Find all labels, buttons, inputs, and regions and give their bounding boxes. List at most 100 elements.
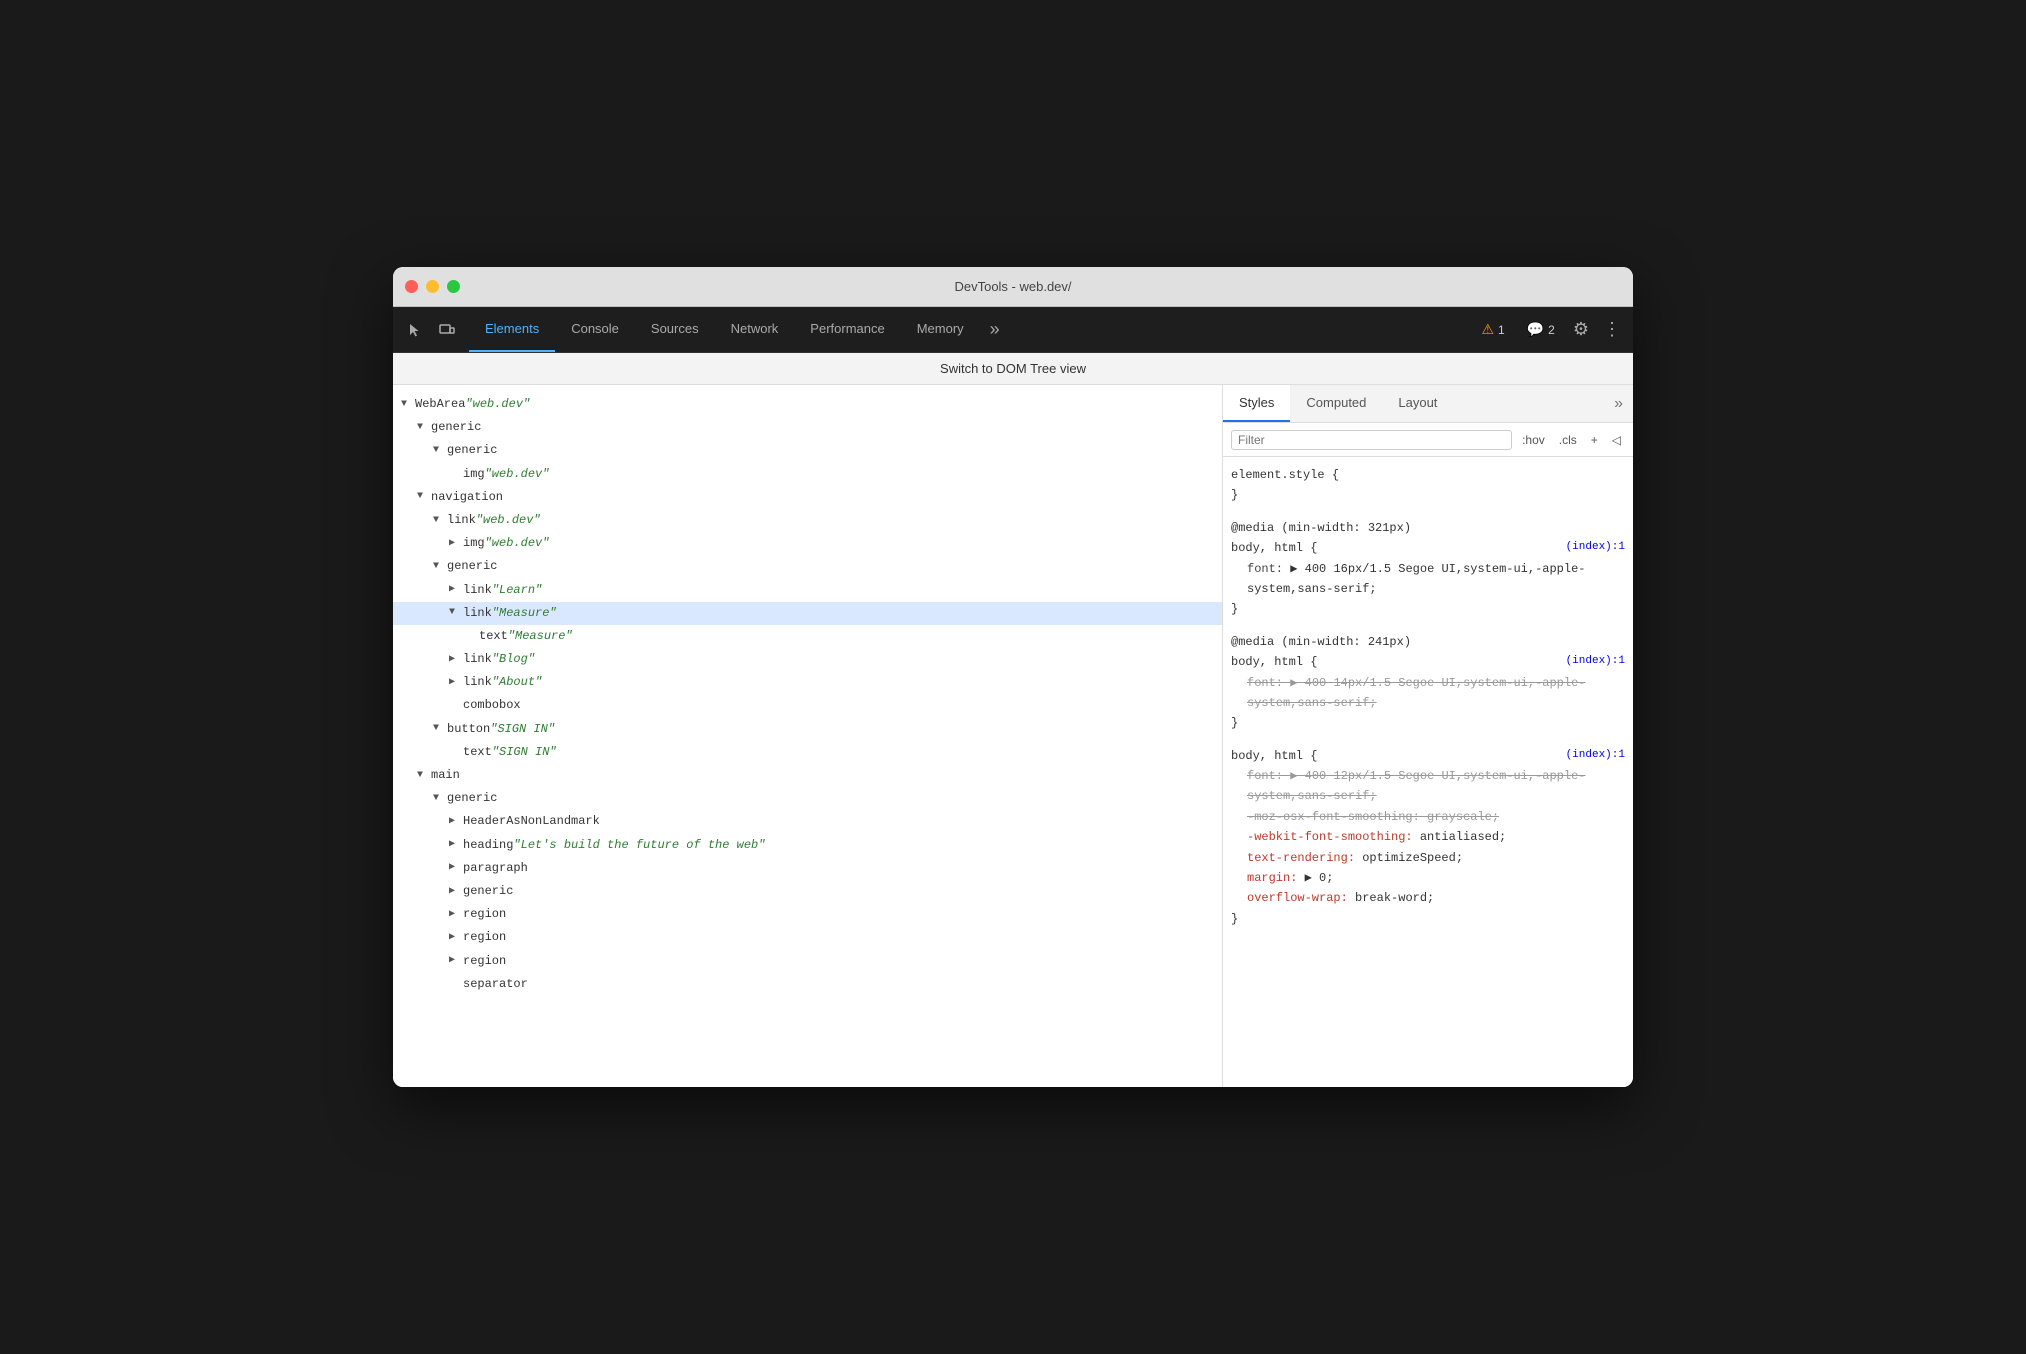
tree-arrow[interactable]: ▼ <box>433 559 447 575</box>
css-prop-value: grayscale; <box>1427 810 1499 824</box>
tree-row[interactable]: ▶region <box>393 926 1222 949</box>
tree-row[interactable]: ▶region <box>393 950 1222 973</box>
css-file-link[interactable]: (index):1 <box>1566 652 1625 672</box>
tree-arrow[interactable]: ▶ <box>449 837 463 853</box>
css-rule-block: element.style {} <box>1231 465 1625 506</box>
tree-arrow[interactable]: ▼ <box>433 721 447 737</box>
tree-arrow[interactable]: ▶ <box>449 860 463 876</box>
tab-performance[interactable]: Performance <box>794 307 900 352</box>
tree-row[interactable]: ▼generic <box>393 416 1222 439</box>
tree-arrow[interactable]: ▼ <box>449 605 463 621</box>
css-selector-line: element.style { <box>1231 465 1625 485</box>
tree-arrow[interactable]: ▶ <box>449 536 463 552</box>
tree-node-name: text <box>463 743 492 762</box>
warning-badge[interactable]: ⚠ 1 <box>1473 318 1512 341</box>
tree-row[interactable]: combobox <box>393 694 1222 717</box>
tree-arrow[interactable]: ▶ <box>449 582 463 598</box>
css-selector: body, html { <box>1231 746 1317 766</box>
tree-node-name: generic <box>463 882 513 901</box>
tree-row[interactable]: ▶paragraph <box>393 857 1222 880</box>
css-prop-value: ▶ 400 12px/1.5 Segoe UI,system-ui,-apple… <box>1247 769 1586 803</box>
tree-arrow[interactable]: ▶ <box>449 884 463 900</box>
tab-network[interactable]: Network <box>715 307 795 352</box>
tab-memory[interactable]: Memory <box>901 307 980 352</box>
tree-node-value: "About" <box>492 673 542 692</box>
tree-arrow[interactable]: ▶ <box>449 930 463 946</box>
tree-arrow[interactable]: ▼ <box>417 489 431 505</box>
tree-row[interactable]: ▶link "Blog" <box>393 648 1222 671</box>
tree-row[interactable]: ▼generic <box>393 555 1222 578</box>
styles-tab-more[interactable]: » <box>1604 395 1633 413</box>
more-options-icon[interactable]: ⋮ <box>1599 315 1625 344</box>
dom-panel[interactable]: ▼WebArea "web.dev"▼generic▼generic img "… <box>393 385 1223 1087</box>
tree-node-name: link <box>463 673 492 692</box>
maximize-button[interactable] <box>447 280 460 293</box>
tree-row[interactable]: separator <box>393 973 1222 996</box>
collapse-styles-button[interactable]: ◁ <box>1608 431 1625 449</box>
tree-row[interactable]: text "Measure" <box>393 625 1222 648</box>
switch-bar[interactable]: Switch to DOM Tree view <box>393 353 1633 385</box>
tree-node-value: "Let's build the future of the web" <box>513 836 765 855</box>
tree-row[interactable]: ▼generic <box>393 439 1222 462</box>
tree-row[interactable]: ▶link "Learn" <box>393 579 1222 602</box>
tree-arrow[interactable]: ▶ <box>449 953 463 969</box>
tab-sources[interactable]: Sources <box>635 307 715 352</box>
tree-row[interactable]: ▶region <box>393 903 1222 926</box>
tree-arrow[interactable]: ▼ <box>433 791 447 807</box>
css-file-link[interactable]: (index):1 <box>1566 538 1625 558</box>
tab-layout[interactable]: Layout <box>1382 385 1453 422</box>
tree-node-name: link <box>447 511 476 530</box>
tree-row[interactable]: ▼link "Measure" <box>393 602 1222 625</box>
tree-row[interactable]: img "web.dev" <box>393 463 1222 486</box>
tab-elements[interactable]: Elements <box>469 307 555 352</box>
tree-row[interactable]: text "SIGN IN" <box>393 741 1222 764</box>
tree-arrow[interactable]: ▼ <box>433 513 447 529</box>
tree-row[interactable]: ▶link "About" <box>393 671 1222 694</box>
minimize-button[interactable] <box>426 280 439 293</box>
close-button[interactable] <box>405 280 418 293</box>
tab-computed[interactable]: Computed <box>1290 385 1382 422</box>
css-prop-value: break-word; <box>1355 891 1434 905</box>
tree-node-name: combobox <box>463 696 521 715</box>
css-file-link[interactable]: (index):1 <box>1566 746 1625 766</box>
tree-row[interactable]: ▶HeaderAsNonLandmark <box>393 810 1222 833</box>
cursor-icon[interactable] <box>401 316 429 344</box>
tree-row[interactable]: ▶generic <box>393 880 1222 903</box>
tree-row[interactable]: ▼main <box>393 764 1222 787</box>
css-property-line: text-rendering: optimizeSpeed; <box>1247 848 1625 868</box>
tree-row[interactable]: ▼WebArea "web.dev" <box>393 393 1222 416</box>
tree-arrow[interactable]: ▼ <box>417 768 431 784</box>
traffic-lights <box>405 280 460 293</box>
css-prop-name: text-rendering: <box>1247 851 1362 865</box>
tree-row[interactable]: ▶heading "Let's build the future of the … <box>393 834 1222 857</box>
tree-row[interactable]: ▼link "web.dev" <box>393 509 1222 532</box>
filter-input[interactable] <box>1231 430 1512 450</box>
add-style-button[interactable]: + <box>1587 431 1602 449</box>
cls-button[interactable]: .cls <box>1555 431 1581 449</box>
tree-node-value: "Measure" <box>492 604 557 623</box>
tree-arrow[interactable]: ▶ <box>449 675 463 691</box>
tree-node-name: generic <box>447 441 497 460</box>
info-badge[interactable]: 💬 2 <box>1519 318 1563 341</box>
tab-styles[interactable]: Styles <box>1223 385 1290 422</box>
tree-arrow[interactable]: ▼ <box>401 397 415 413</box>
tree-node-name: img <box>463 534 485 553</box>
tree-row[interactable]: ▼button "SIGN IN" <box>393 718 1222 741</box>
tree-row[interactable]: ▶img "web.dev" <box>393 532 1222 555</box>
tree-row[interactable]: ▼generic <box>393 787 1222 810</box>
tree-arrow[interactable]: ▶ <box>449 814 463 830</box>
tab-more-button[interactable]: » <box>980 307 1010 352</box>
css-closing-brace: } <box>1231 713 1625 733</box>
tab-bar-right: ⚠ 1 💬 2 ⚙ ⋮ <box>1465 307 1633 352</box>
tree-arrow[interactable]: ▶ <box>449 907 463 923</box>
tree-arrow[interactable]: ▶ <box>449 652 463 668</box>
css-prop-name: font: <box>1247 676 1290 690</box>
tree-arrow[interactable]: ▼ <box>433 443 447 459</box>
settings-icon[interactable]: ⚙ <box>1569 315 1593 344</box>
hov-button[interactable]: :hov <box>1518 431 1549 449</box>
responsive-icon[interactable] <box>433 316 461 344</box>
tree-row[interactable]: ▼navigation <box>393 486 1222 509</box>
tree-arrow[interactable]: ▼ <box>417 420 431 436</box>
tab-console[interactable]: Console <box>555 307 635 352</box>
css-rule-block: @media (min-width: 241px)body, html {(in… <box>1231 632 1625 734</box>
